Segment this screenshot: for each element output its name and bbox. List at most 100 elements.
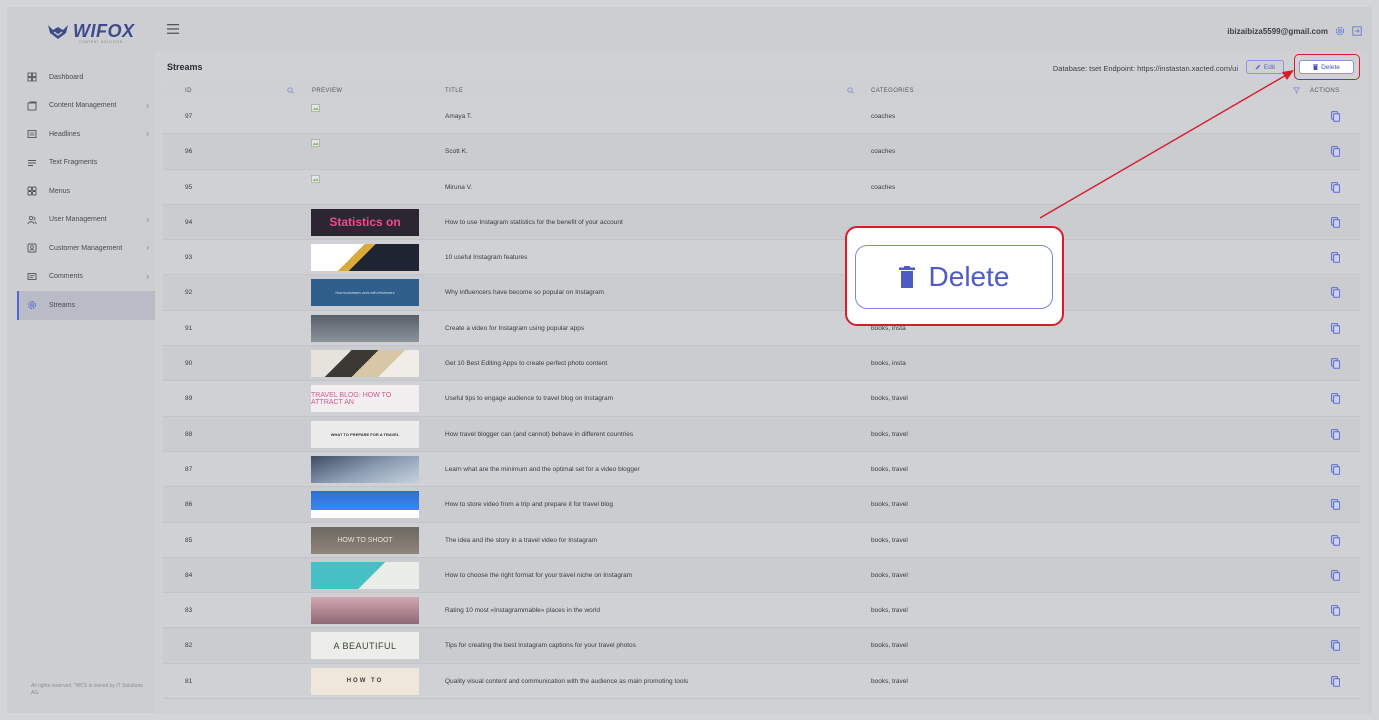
column-header-categories[interactable]: CATEGORIES	[871, 88, 914, 94]
broken-image-icon	[311, 174, 320, 183]
preview-thumbnail[interactable]	[311, 244, 419, 272]
sidebar-item-label: Text Fragments	[49, 159, 98, 167]
search-id-icon[interactable]	[287, 87, 294, 94]
sidebar-item-label: Customer Management	[49, 244, 123, 252]
copy-icon[interactable]	[1331, 640, 1340, 652]
cell-title: Tips for creating the best Instagram cap…	[445, 642, 636, 650]
preview-thumbnail[interactable]: HOW TO	[311, 667, 419, 695]
delete-button-highlight: Delete	[1294, 54, 1360, 80]
table-row[interactable]: 91 Create a video for Instagram using pop…	[163, 311, 1360, 347]
filter-icon[interactable]	[1293, 87, 1300, 94]
cell-id: 92	[185, 289, 193, 297]
sidebar-item-customer-management[interactable]: Customer Management ›	[17, 234, 155, 263]
brand-tagline: CONTENT SOLUTION	[79, 40, 123, 44]
copy-icon[interactable]	[1331, 428, 1340, 440]
cell-title: 10 useful Instagram features	[445, 254, 528, 262]
table-row[interactable]: 87 Learn what are the minimum and the opt…	[163, 452, 1360, 488]
sidebar-item-dashboard[interactable]: Dashboard	[17, 63, 155, 92]
cell-title: Quality visual content and communication…	[445, 677, 689, 685]
preview-thumbnail[interactable]	[311, 561, 419, 589]
copy-icon[interactable]	[1331, 569, 1340, 581]
preview-thumbnail[interactable]: WHAT TO PREPARE FOR A TRAVEL	[311, 420, 419, 448]
sidebar-item-label: Streams	[49, 301, 76, 309]
copy-icon[interactable]	[1331, 358, 1340, 369]
copy-icon[interactable]	[1331, 181, 1340, 193]
settings-gear-icon[interactable]	[1335, 26, 1345, 36]
copy-icon[interactable]	[1331, 534, 1340, 546]
trash-icon-large	[898, 266, 915, 288]
cell-id: 97	[185, 113, 193, 120]
sidebar-item-content-management[interactable]: Content Management ›	[17, 92, 155, 121]
preview-thumbnail[interactable]: TRAVEL BLOG: HOW TO ATTRACT AN	[311, 385, 419, 413]
copy-icon[interactable]	[1331, 111, 1340, 122]
preview-thumbnail[interactable]	[311, 491, 419, 519]
copy-icon[interactable]	[1331, 216, 1340, 228]
sidebar-item-comments[interactable]: Comments ›	[17, 263, 155, 292]
table-row[interactable]: 94 Statistics on How to use Instagram stat…	[163, 204, 1360, 241]
table-row[interactable]: 95 Miruna V. coaches	[163, 170, 1360, 205]
edit-button[interactable]: Edit	[1246, 60, 1284, 74]
preview-thumbnail[interactable]: A BEAUTIFUL	[311, 632, 419, 660]
copy-icon[interactable]	[1331, 252, 1340, 263]
preview-thumbnail[interactable]: How businesses work with influencers	[311, 279, 419, 307]
brand-name: WIFOX	[73, 21, 135, 41]
table-row[interactable]: 82 A BEAUTIFUL Tips for creating the best …	[163, 628, 1360, 664]
preview-thumbnail[interactable]	[311, 314, 419, 342]
preview-thumbnail[interactable]: Statistics on	[311, 208, 419, 236]
sidebar-item-label: Content Management	[49, 102, 117, 110]
users-icon	[26, 214, 37, 225]
table-row[interactable]: 90 Get 10 Best Editing Apps to create per…	[163, 346, 1360, 382]
cell-id: 82	[185, 642, 193, 650]
table-row[interactable]: 86 How to store video from a trip and pre…	[163, 487, 1360, 523]
page-title: Streams	[167, 62, 203, 72]
cell-title: Create a video for Instagram using popul…	[445, 324, 585, 332]
hamburger-menu-icon[interactable]	[167, 24, 179, 34]
search-title-icon[interactable]	[847, 87, 854, 94]
sidebar-item-label: Menus	[49, 187, 71, 195]
sidebar-item-headlines[interactable]: Headlines ›	[17, 120, 155, 149]
delete-button[interactable]: Delete	[1299, 60, 1354, 74]
sidebar-item-menus[interactable]: Menus	[17, 177, 155, 206]
copy-icon[interactable]	[1331, 605, 1340, 616]
column-header-id[interactable]: ID	[185, 88, 192, 94]
cell-title: The idea and the story in a travel video…	[445, 536, 598, 544]
preview-thumbnail[interactable]	[311, 350, 419, 378]
logout-icon[interactable]	[1352, 26, 1362, 36]
table-row[interactable]: 92 How businesses work with influencers Wh…	[163, 275, 1360, 311]
preview-thumbnail[interactable]	[311, 455, 419, 483]
table-row[interactable]: 97 Amaya T. coaches	[163, 99, 1360, 135]
preview-caption: HOW TO SHOOT	[337, 536, 393, 544]
sidebar-item-streams[interactable]: Streams	[17, 291, 155, 320]
preview-thumbnail[interactable]: HOW TO SHOOT	[311, 526, 419, 554]
cell-id: 81	[185, 677, 193, 685]
copy-icon[interactable]	[1331, 464, 1340, 475]
streams-table: ID PREVIEW TITLE CATEGORIES ACTIONS 97 Am…	[163, 83, 1360, 700]
table-row[interactable]: 85 HOW TO SHOOT The idea and the story in …	[163, 523, 1360, 558]
table-row[interactable]: 93 10 useful Instagram features	[163, 240, 1360, 276]
table-row[interactable]: 88 WHAT TO PREPARE FOR A TRAVEL How travel…	[163, 416, 1360, 452]
delete-button-label: Delete	[1321, 63, 1340, 71]
copy-icon[interactable]	[1331, 393, 1340, 405]
table-row[interactable]: 83 Rating 10 most «Instagrammable» places…	[163, 593, 1360, 629]
copy-icon[interactable]	[1331, 287, 1340, 299]
brand-logo[interactable]: WIFOX	[47, 21, 135, 42]
table-row[interactable]: 81 HOW TO Quality visual content and commu…	[163, 664, 1360, 700]
column-header-title[interactable]: TITLE	[445, 88, 463, 94]
dashboard-icon	[26, 72, 37, 83]
user-email[interactable]: ibizaibiza5599@gmail.com	[1227, 27, 1328, 36]
customers-icon	[26, 243, 37, 254]
streams-icon	[26, 300, 37, 311]
table-row[interactable]: 89 TRAVEL BLOG: HOW TO ATTRACT AN Useful t…	[163, 381, 1360, 417]
sidebar-item-label: Dashboard	[49, 73, 84, 81]
sidebar-item-user-management[interactable]: User Management ›	[17, 206, 155, 235]
table-row[interactable]: 84 How to choose the right format for you…	[163, 557, 1360, 594]
copy-icon[interactable]	[1331, 675, 1340, 687]
table-row[interactable]: 96 Scott K. coaches	[163, 134, 1360, 170]
sidebar-item-label: Comments	[49, 273, 83, 281]
copy-icon[interactable]	[1331, 499, 1340, 511]
copy-icon[interactable]	[1331, 146, 1340, 158]
copy-icon[interactable]	[1331, 322, 1340, 334]
preview-thumbnail[interactable]	[311, 597, 419, 625]
sidebar-item-text-fragments[interactable]: Text Fragments	[17, 149, 155, 178]
cell-categories: books, insta	[871, 360, 906, 368]
